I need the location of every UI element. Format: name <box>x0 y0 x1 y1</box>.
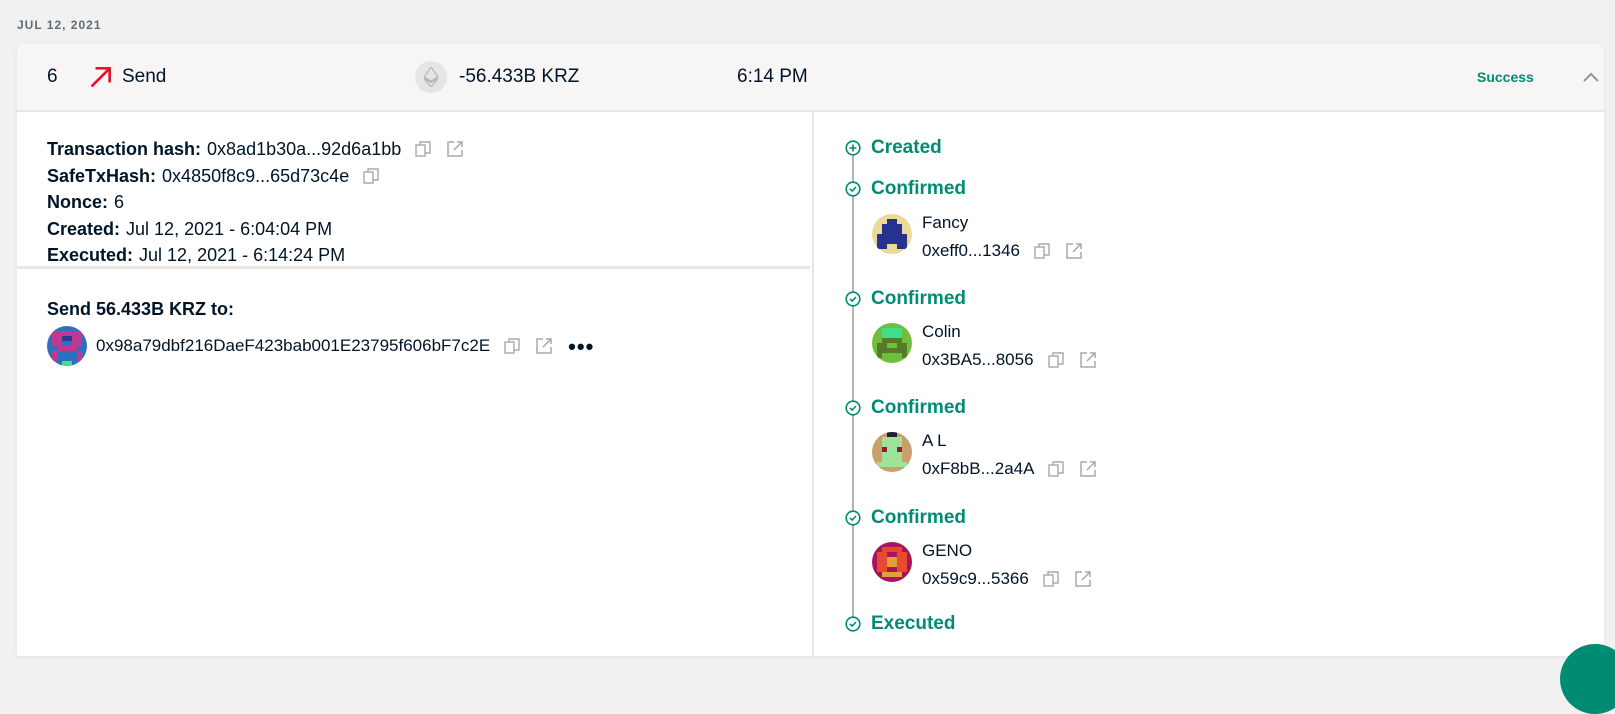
recipient-avatar <box>47 326 87 366</box>
external-link-icon[interactable] <box>445 139 465 159</box>
step-created-label: Created <box>871 137 942 158</box>
owner-avatar <box>872 432 912 472</box>
plus-circle-icon <box>845 140 861 156</box>
external-link-icon[interactable] <box>1073 569 1093 589</box>
step-confirmed-label: Confirmed <box>871 288 966 309</box>
copy-icon[interactable] <box>502 336 522 356</box>
check-circle-icon <box>845 400 861 416</box>
check-circle-icon <box>845 510 861 526</box>
date-group-label: JUL 12, 2021 <box>17 18 102 32</box>
owner-item: GENO 0x59c9...5366 <box>872 540 1093 592</box>
transaction-summary-row[interactable]: 6 Send -56.433B KRZ 6:14 PM Success <box>17 44 1604 112</box>
safe-tx-hash-value: 0x4850f8c9...65d73c4e <box>162 165 350 186</box>
safe-tx-hash-label: SafeTxHash: <box>47 165 157 186</box>
owner-avatar <box>872 542 912 582</box>
created-value: Jul 12, 2021 - 6:04:04 PM <box>126 218 333 239</box>
owner-item: A L 0xF8bB...2a4A <box>872 430 1098 482</box>
summary-nonce: 6 <box>47 66 58 87</box>
timeline-line <box>852 144 854 630</box>
owner-item: Colin 0x3BA5...8056 <box>872 321 1098 373</box>
copy-icon[interactable] <box>1046 350 1066 370</box>
timeline-step-confirmed: Confirmed <box>845 288 966 310</box>
amount-value: -56.433B KRZ <box>459 66 580 87</box>
copy-icon[interactable] <box>1046 459 1066 479</box>
tx-hash-label: Transaction hash: <box>47 139 202 159</box>
copy-icon[interactable] <box>361 166 381 186</box>
copy-icon[interactable] <box>1032 241 1052 261</box>
timeline-step-confirmed: Confirmed <box>845 178 966 200</box>
timeline-step-confirmed: Confirmed <box>845 507 966 529</box>
owner-name: Colin <box>922 322 961 341</box>
check-circle-icon <box>845 616 861 632</box>
nonce-value: 6 <box>114 192 125 212</box>
created-label: Created: <box>47 218 121 239</box>
help-chat-button[interactable] <box>1560 644 1615 714</box>
token-icon <box>415 61 447 93</box>
details-pane: Transaction hash: 0x8ad1b30a...92d6a1bb … <box>17 110 810 656</box>
owner-name: A L <box>922 431 947 450</box>
recipient-title: Send 56.433B KRZ to: <box>47 299 235 319</box>
owner-name: GENO <box>922 541 973 560</box>
owner-address: 0x3BA5...8056 <box>922 350 1034 369</box>
chevron-up-icon[interactable] <box>1582 44 1600 110</box>
recipient-section: Send 56.433B KRZ to: 0x98a79dbf216DaeF42… <box>17 269 810 366</box>
recipient-address-row: 0x98a79dbf216DaeF423bab001E23795f606bF7c… <box>47 326 810 366</box>
send-arrow-icon <box>91 67 111 87</box>
summary-type-label: Send <box>122 66 167 87</box>
transaction-details: Transaction hash: 0x8ad1b30a...92d6a1bb … <box>17 110 810 269</box>
tx-hash-value: 0x8ad1b30a...92d6a1bb <box>207 139 402 159</box>
created-row: Created: Jul 12, 2021 - 6:04:04 PM <box>47 216 810 243</box>
transaction-card: 6 Send -56.433B KRZ 6:14 PM Success Tran… <box>17 44 1604 656</box>
executed-value: Jul 12, 2021 - 6:14:24 PM <box>139 245 346 265</box>
executed-row: Executed: Jul 12, 2021 - 6:14:24 PM <box>47 242 810 269</box>
copy-icon[interactable] <box>1041 569 1061 589</box>
owner-address: 0xeff0...1346 <box>922 241 1020 260</box>
summary-time: 6:14 PM <box>737 66 808 87</box>
external-link-icon[interactable] <box>1078 350 1098 370</box>
timeline-step-created: Created <box>845 137 942 159</box>
copy-icon[interactable] <box>413 139 433 159</box>
owner-address: 0x59c9...5366 <box>922 569 1029 588</box>
owner-avatar <box>872 214 912 254</box>
safe-tx-hash-row: SafeTxHash: 0x4850f8c9...65d73c4e <box>47 163 810 190</box>
check-circle-icon <box>845 181 861 197</box>
check-circle-icon <box>845 291 861 307</box>
owner-address: 0xF8bB...2a4A <box>922 459 1035 478</box>
external-link-icon[interactable] <box>1064 241 1084 261</box>
step-executed-label: Executed <box>871 613 956 634</box>
owner-name: Fancy <box>922 213 969 232</box>
owner-avatar <box>872 323 912 363</box>
step-confirmed-label: Confirmed <box>871 507 966 528</box>
step-confirmed-label: Confirmed <box>871 397 966 418</box>
recipient-address: 0x98a79dbf216DaeF423bab001E23795f606bF7c… <box>96 336 491 355</box>
summary-type: Send <box>88 44 166 110</box>
owner-item: Fancy 0xeff0...1346 <box>872 212 1084 264</box>
nonce-label: Nonce: <box>47 192 109 212</box>
timeline-step-confirmed: Confirmed <box>845 397 966 419</box>
executed-label: Executed: <box>47 245 134 265</box>
tx-hash-row: Transaction hash: 0x8ad1b30a...92d6a1bb <box>47 136 810 163</box>
nonce-row: Nonce: 6 <box>47 189 810 216</box>
summary-amount: -56.433B KRZ <box>415 44 579 110</box>
external-link-icon[interactable] <box>534 336 554 356</box>
external-link-icon[interactable] <box>1078 459 1098 479</box>
more-options-button[interactable]: ••• <box>568 336 594 358</box>
step-confirmed-label: Confirmed <box>871 178 966 199</box>
timeline-step-executed: Executed <box>845 613 955 635</box>
owners-pane: Created Confirmed Fancy 0xeff0...1346 Co… <box>812 110 1604 656</box>
status-badge: Success <box>1477 69 1534 85</box>
